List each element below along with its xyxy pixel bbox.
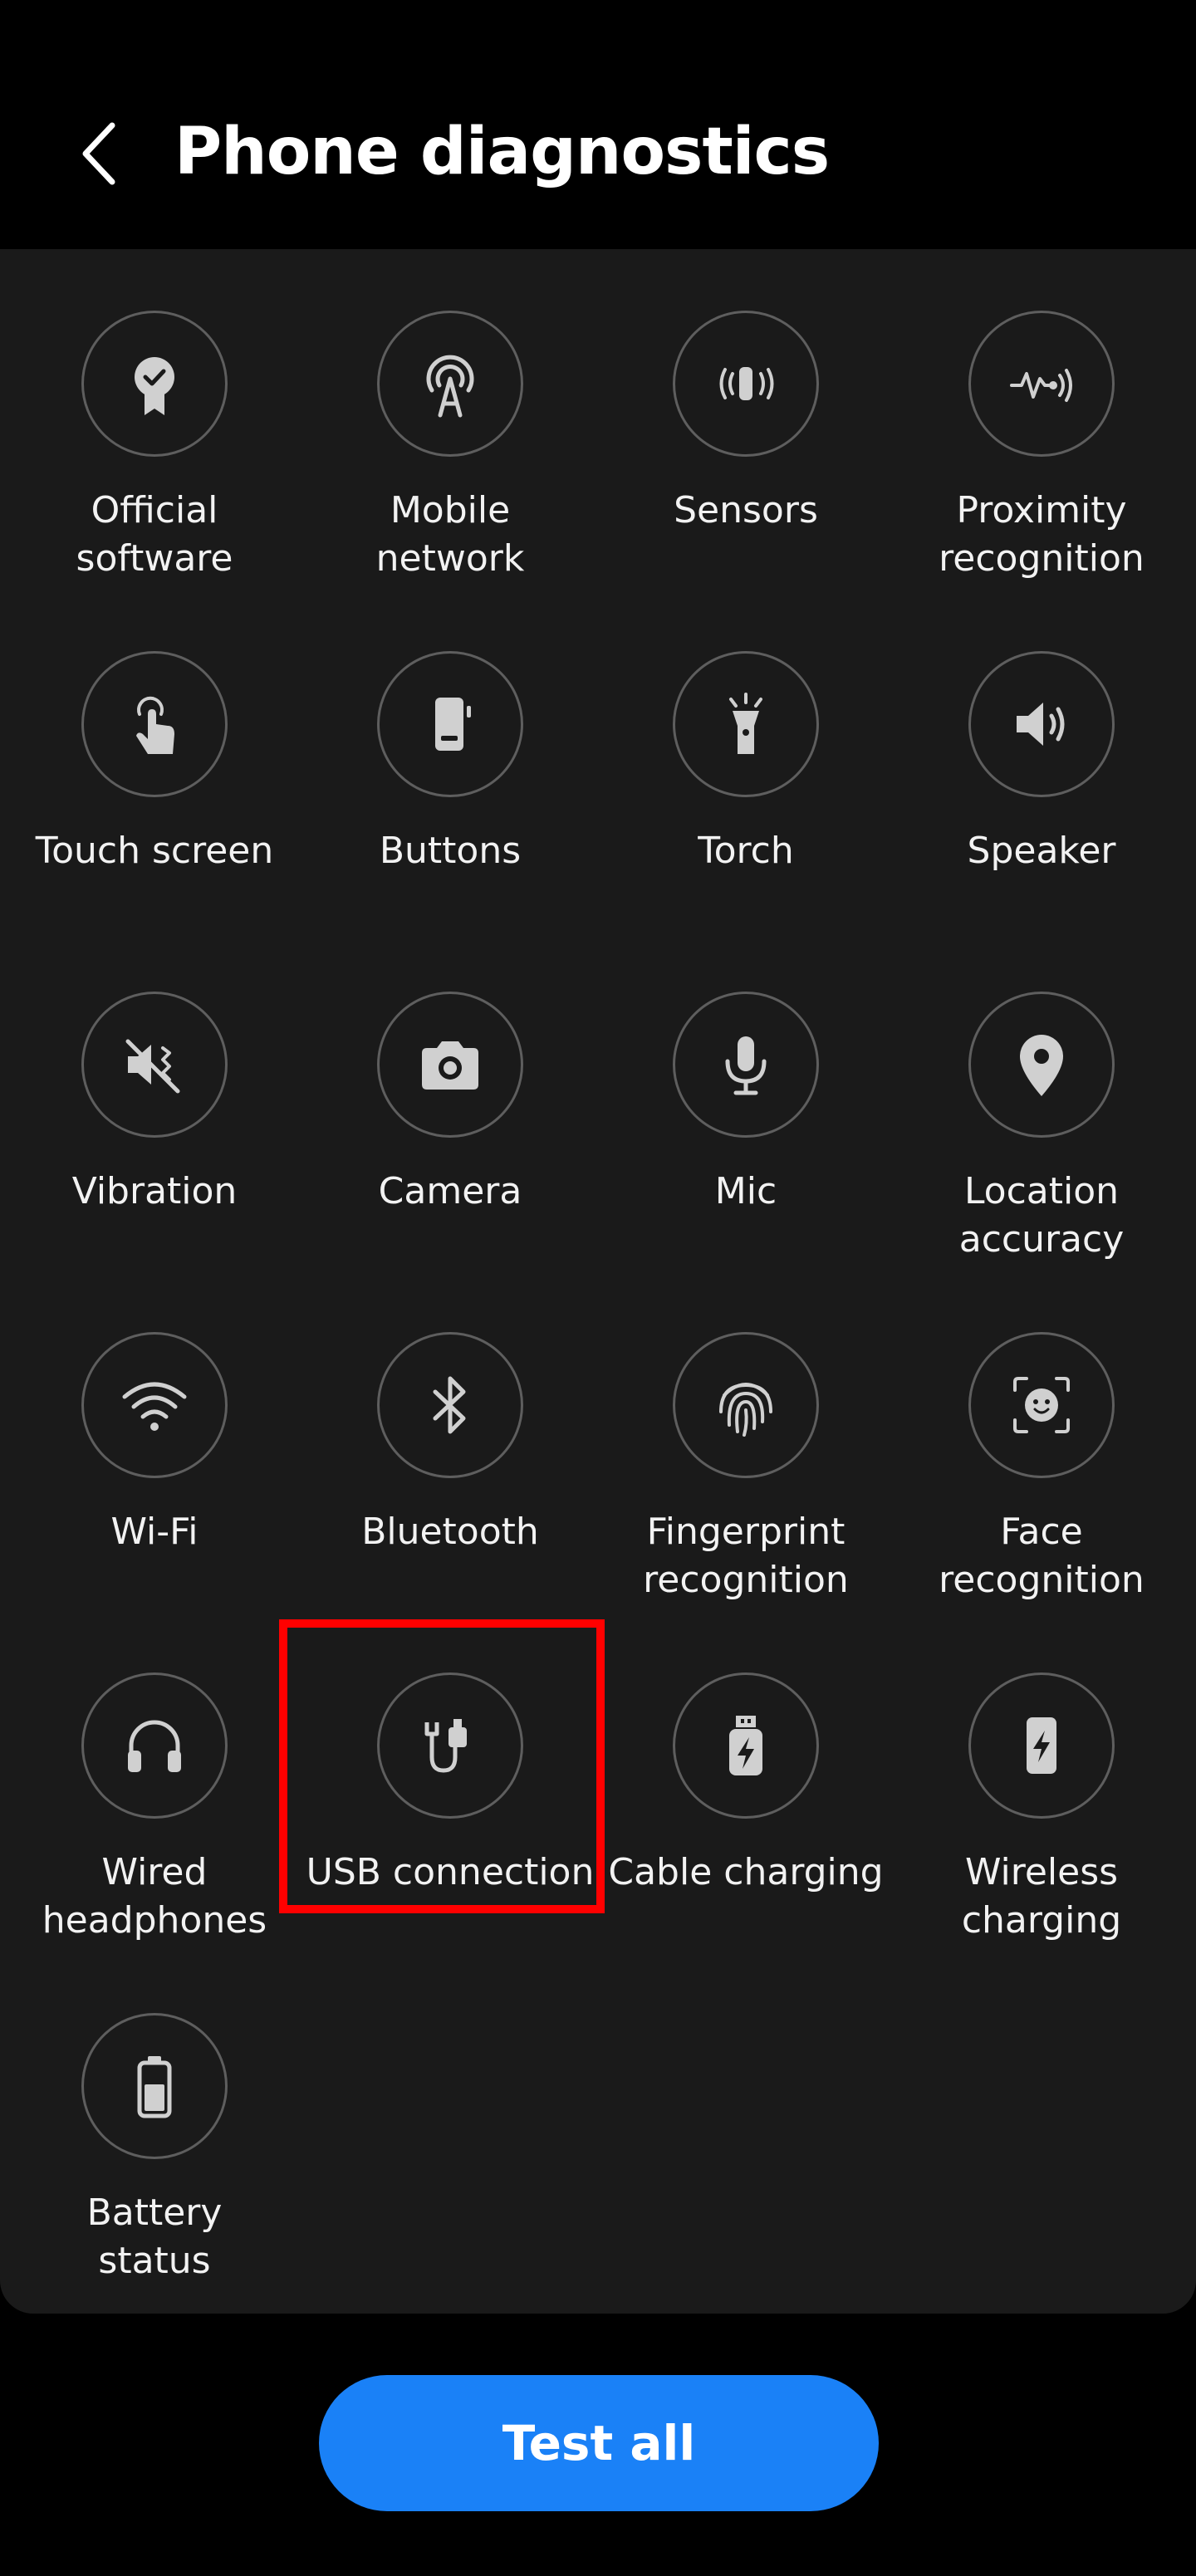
tile-label: Bluetooth	[361, 1511, 539, 1553]
icon-ring	[968, 1672, 1115, 1819]
headphones-icon	[128, 1720, 181, 1772]
tile-label: Touch screen	[35, 830, 274, 872]
tile-label: Location accuracy	[958, 1170, 1125, 1261]
icon-ring	[377, 311, 523, 457]
icon-ring	[81, 992, 228, 1138]
proximity-wave-icon	[1010, 369, 1072, 402]
icon-ring	[968, 992, 1115, 1138]
icon-ring	[81, 651, 228, 797]
tile-wired-headphones[interactable]: Wired headphones	[7, 1611, 302, 1952]
tile-label: Vibration	[71, 1170, 238, 1212]
icon-ring	[377, 651, 523, 797]
tile-usb-connection[interactable]: USB connection	[302, 1611, 598, 1952]
icon-ring	[81, 311, 228, 457]
tile-label: Battery status	[86, 2192, 223, 2282]
icon-ring	[81, 2013, 228, 2159]
tile-vibration[interactable]: Vibration	[7, 930, 302, 1271]
vibration-icon	[125, 1039, 180, 1094]
icon-ring	[968, 651, 1115, 797]
chevron-left-icon	[82, 122, 115, 185]
icon-ring	[377, 1672, 523, 1819]
bluetooth-icon	[433, 1376, 466, 1434]
icon-ring	[673, 651, 819, 797]
tile-label: Proximity recognition	[939, 489, 1145, 580]
tile-label: Wireless charging	[961, 1851, 1122, 1942]
cable-charging-icon	[729, 1716, 762, 1775]
face-scan-icon	[1013, 1377, 1070, 1433]
antenna-icon	[426, 355, 474, 418]
icon-ring	[968, 1332, 1115, 1478]
tile-label: Cable charging	[608, 1851, 884, 1893]
test-all-button[interactable]: Test all	[319, 2375, 879, 2511]
wifi-icon	[122, 1382, 187, 1431]
tile-battery-status[interactable]: Battery status	[7, 1952, 302, 2292]
tile-proximity-recognition[interactable]: Proximity recognition	[894, 249, 1189, 590]
tile-mobile-network[interactable]: Mobile network	[302, 249, 598, 590]
tile-label: USB connection	[306, 1851, 595, 1893]
icon-ring	[673, 311, 819, 457]
battery-icon	[137, 2056, 172, 2118]
wireless-charging-icon	[1027, 1717, 1056, 1774]
icon-ring	[377, 992, 523, 1138]
sensor-icon	[719, 367, 774, 400]
icon-ring	[968, 311, 1115, 457]
tile-label: Wired headphones	[42, 1851, 267, 1942]
tile-mic[interactable]: Mic	[598, 930, 894, 1271]
tile-face-recognition[interactable]: Face recognition	[894, 1271, 1189, 1611]
tile-official-software[interactable]: Official software	[7, 249, 302, 590]
tile-label: Sensors	[674, 489, 818, 531]
icon-ring	[81, 1672, 228, 1819]
certified-badge-icon	[135, 357, 174, 415]
icon-ring	[673, 1672, 819, 1819]
microphone-icon	[725, 1036, 767, 1095]
tile-bluetooth[interactable]: Bluetooth	[302, 1271, 598, 1611]
tile-label: Mic	[714, 1170, 777, 1212]
tile-label: Wi-Fi	[110, 1511, 199, 1553]
app-bar: Phone diagnostics	[0, 0, 1196, 249]
icon-ring	[81, 1332, 228, 1478]
touch-hand-icon	[136, 696, 174, 754]
tile-wireless-charging[interactable]: Wireless charging	[894, 1611, 1189, 1952]
back-button[interactable]	[66, 108, 133, 199]
fingerprint-icon	[719, 1383, 772, 1437]
tile-camera[interactable]: Camera	[302, 930, 598, 1271]
flashlight-icon	[729, 693, 762, 754]
tile-label: Speaker	[967, 830, 1116, 872]
tile-wifi[interactable]: Wi-Fi	[7, 1271, 302, 1611]
location-pin-icon	[1020, 1035, 1063, 1096]
tile-location-accuracy[interactable]: Location accuracy	[894, 930, 1189, 1271]
tile-label: Fingerprint recognition	[643, 1511, 849, 1601]
tile-fingerprint-recognition[interactable]: Fingerprint recognition	[598, 1271, 894, 1611]
tile-label: Camera	[378, 1170, 522, 1212]
tile-label: Official software	[76, 489, 233, 580]
tile-cable-charging[interactable]: Cable charging	[598, 1611, 894, 1952]
tile-torch[interactable]: Torch	[598, 590, 894, 930]
diagnostics-panel: Official software Mobile network Sensors…	[0, 249, 1196, 2314]
icon-ring	[377, 1332, 523, 1478]
phone-buttons-icon	[435, 698, 471, 751]
icon-ring	[673, 992, 819, 1138]
diagnostics-grid: Official software Mobile network Sensors…	[0, 249, 1196, 2292]
camera-icon	[422, 1041, 478, 1090]
tile-label: Buttons	[379, 830, 522, 872]
tile-touch-screen[interactable]: Touch screen	[7, 590, 302, 930]
page-title: Phone diagnostics	[174, 115, 830, 189]
usb-cable-icon	[424, 1719, 467, 1773]
tile-label: Mobile network	[375, 489, 525, 580]
speaker-icon	[1017, 703, 1065, 746]
tile-buttons[interactable]: Buttons	[302, 590, 598, 930]
tile-label: Face recognition	[939, 1511, 1145, 1601]
tile-sensors[interactable]: Sensors	[598, 249, 894, 590]
tile-speaker[interactable]: Speaker	[894, 590, 1189, 930]
icon-ring	[673, 1332, 819, 1478]
tile-label: Torch	[698, 830, 794, 872]
